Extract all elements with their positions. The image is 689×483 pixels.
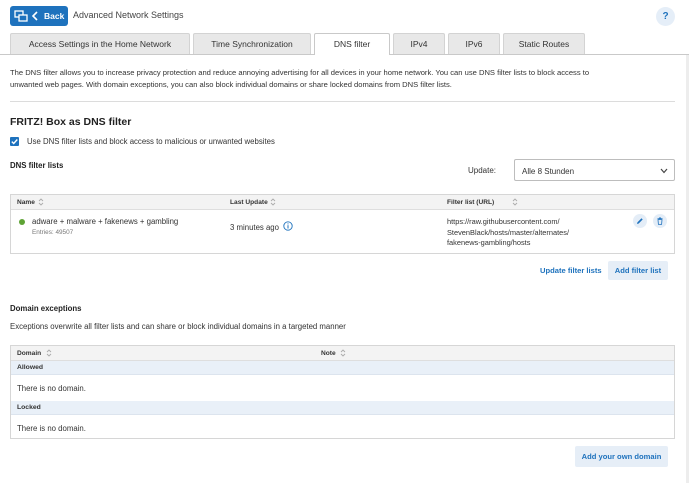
pencil-icon <box>637 218 643 224</box>
intro-line-1: The DNS filter allows you to increase pr… <box>10 68 590 77</box>
empty-state: There is no domain. <box>17 384 86 393</box>
update-filter-lists-link[interactable]: Update filter lists <box>540 266 602 275</box>
filter-list-entries: Entries: 49507 <box>32 229 74 236</box>
checkmark-icon <box>11 139 18 145</box>
update-label: Update: <box>468 166 497 175</box>
domain-exceptions-heading: Domain exceptions <box>10 304 82 313</box>
sort-icon[interactable] <box>270 197 276 207</box>
tab-dns-filter[interactable]: DNS filter <box>314 33 390 55</box>
domain-exceptions-description: Exceptions overwrite all filter lists an… <box>10 322 346 331</box>
update-interval-value: Alle 8 Stunden <box>522 167 575 176</box>
chevron-left-icon <box>31 11 38 21</box>
sort-icon[interactable] <box>46 348 52 358</box>
url-line: StevenBlack/hosts/master/alternates/ <box>447 227 570 237</box>
sort-icon[interactable] <box>340 348 346 358</box>
tab-access-settings[interactable]: Access Settings in the Home Network <box>10 33 190 54</box>
page-title: Advanced Network Settings <box>73 10 184 20</box>
sort-icon[interactable] <box>38 197 44 207</box>
network-icon <box>14 10 28 22</box>
tab-ipv4[interactable]: IPv4 <box>393 33 445 54</box>
trash-icon <box>657 217 663 225</box>
update-interval-select[interactable]: Alle 8 Stunden <box>514 159 675 181</box>
filter-lists-table: Name Last Update Filter list (URL) adwar… <box>10 194 675 254</box>
tab-ipv6[interactable]: IPv6 <box>448 33 500 54</box>
column-name[interactable]: Name <box>17 199 35 206</box>
top-bar: Back Advanced Network Settings ? <box>0 0 689 32</box>
table-header: Domain Note <box>11 346 674 361</box>
edit-button[interactable] <box>633 214 647 228</box>
back-label: Back <box>44 11 65 21</box>
column-filter-url[interactable]: Filter list (URL) <box>447 199 494 206</box>
add-filter-list-button[interactable]: Add filter list <box>608 261 668 280</box>
sort-icon[interactable] <box>512 197 518 207</box>
group-allowed: Allowed <box>11 361 674 375</box>
filter-list-url: https://raw.githubusercontent.com/ Steve… <box>447 217 617 249</box>
tab-bar: Access Settings in the Home Network Time… <box>10 33 689 55</box>
chevron-down-icon <box>660 168 668 174</box>
dns-filter-checkbox-label: Use DNS filter lists and block access to… <box>27 137 275 146</box>
add-own-domain-button[interactable]: Add your own domain <box>575 446 668 467</box>
filter-list-name: adware + malware + fakenews + gambling <box>32 217 179 226</box>
intro-line-2: unwanted web pages. With domain exceptio… <box>10 79 452 89</box>
domain-exceptions-table: Domain Note Allowed There is no domain. … <box>10 345 675 439</box>
fritz-heading: FRITZ! Box as DNS filter <box>10 116 132 128</box>
group-locked: Locked <box>11 401 674 415</box>
column-last-update[interactable]: Last Update <box>230 199 268 206</box>
filter-lists-heading: DNS filter lists <box>10 161 64 170</box>
url-line: fakenews-gambling/hosts <box>447 238 531 247</box>
url-line: https://raw.githubusercontent.com/ <box>447 217 560 226</box>
column-domain[interactable]: Domain <box>17 350 41 357</box>
dns-filter-checkbox[interactable] <box>10 137 19 146</box>
empty-state: There is no domain. <box>17 424 86 433</box>
help-button[interactable]: ? <box>656 7 675 26</box>
back-button[interactable]: Back <box>10 6 68 26</box>
table-header: Name Last Update Filter list (URL) <box>11 195 674 210</box>
intro-text: The DNS filter allows you to increase pr… <box>10 67 675 90</box>
column-note[interactable]: Note <box>321 350 336 357</box>
tab-static-routes[interactable]: Static Routes <box>503 33 585 54</box>
tab-time-sync[interactable]: Time Synchronization <box>193 33 311 54</box>
filter-list-last-update: 3 minutes ago <box>230 223 279 232</box>
status-dot <box>19 219 25 225</box>
delete-button[interactable] <box>653 214 667 228</box>
group-label: Locked <box>17 404 41 411</box>
section-divider <box>10 101 675 102</box>
group-label: Allowed <box>17 364 44 371</box>
info-icon[interactable] <box>283 221 293 231</box>
